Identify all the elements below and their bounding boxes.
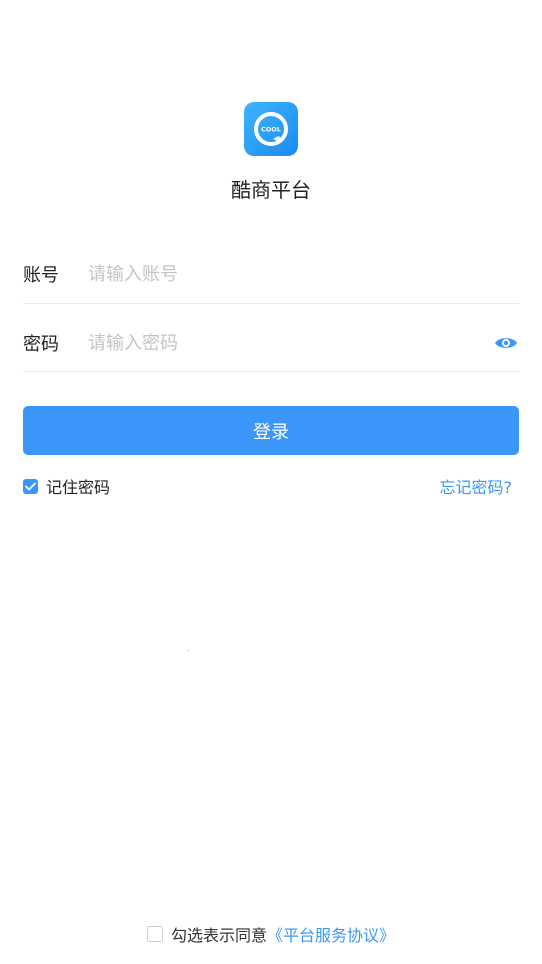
- remember-password[interactable]: 记住密码: [23, 474, 110, 498]
- app-name: 酷商平台: [231, 178, 311, 202]
- app-logo: COOL: [244, 102, 298, 156]
- remember-checkbox[interactable]: [23, 478, 38, 494]
- cool-logo-icon: COOL: [254, 112, 288, 146]
- svg-text:COOL: COOL: [261, 126, 281, 134]
- agreement: 勾选表示同意 《平台服务协议》: [0, 922, 542, 946]
- agreement-checkbox[interactable]: [146, 926, 163, 942]
- password-label: 密码: [23, 334, 59, 355]
- agreement-text: 勾选表示同意: [170, 926, 267, 945]
- account-row: 账号: [23, 254, 519, 294]
- account-label: 账号: [23, 265, 59, 286]
- account-divider: [23, 303, 519, 304]
- password-row: 密码: [23, 323, 519, 363]
- stray-dot: [188, 650, 189, 651]
- forgot-password-link[interactable]: 忘记密码?: [440, 474, 513, 498]
- check-icon: [25, 482, 36, 490]
- account-input[interactable]: [88, 263, 519, 285]
- login-button[interactable]: 登录: [23, 406, 519, 455]
- password-divider: [23, 371, 519, 372]
- password-input[interactable]: [88, 332, 493, 354]
- remember-label: 记住密码: [46, 478, 111, 497]
- agreement-link[interactable]: 《平台服务协议》: [267, 922, 395, 946]
- eye-icon[interactable]: [493, 330, 519, 356]
